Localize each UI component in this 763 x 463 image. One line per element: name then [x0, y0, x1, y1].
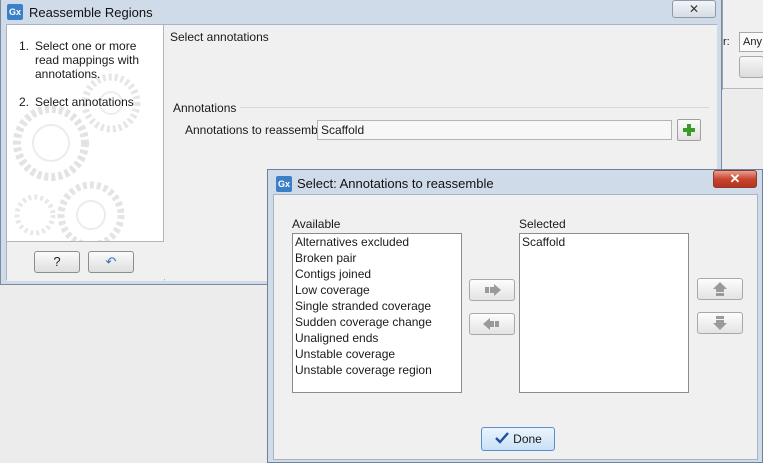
list-item[interactable]: Unaligned ends [293, 330, 461, 346]
help-icon: ? [53, 254, 61, 269]
move-up-button[interactable] [697, 278, 743, 300]
arrow-left-icon [483, 318, 499, 330]
background-label-fragment: r: [723, 36, 730, 48]
background-window: r: Any [722, 0, 763, 90]
step-number: 1. [19, 39, 30, 53]
list-item[interactable]: Single stranded coverage [293, 298, 461, 314]
close-button[interactable]: ✕ [672, 0, 716, 18]
step-item: 2. Select annotations [7, 95, 163, 109]
list-item[interactable]: Sudden coverage change [293, 314, 461, 330]
dialog-close-button[interactable]: ✕ [713, 170, 757, 188]
list-item[interactable]: Contigs joined [293, 266, 461, 282]
list-item[interactable]: Low coverage [293, 282, 461, 298]
add-annotations-button[interactable] [677, 119, 701, 141]
steps-list: 1. Select one or more read mappings with… [7, 39, 163, 123]
background-button[interactable] [739, 56, 763, 78]
dialog-app-icon: Gx [276, 176, 292, 192]
background-select[interactable]: Any [739, 32, 763, 52]
arrow-right-icon [485, 284, 501, 296]
arrow-up-icon [713, 282, 727, 296]
selected-list[interactable]: Scaffold [519, 233, 689, 393]
help-button[interactable]: ? [34, 251, 80, 273]
wizard-bottom-bar: ? ↶ [7, 241, 164, 281]
done-label: Done [513, 432, 542, 446]
list-item[interactable]: Unstable coverage region [293, 362, 461, 378]
step-label: Select one or more read mappings with an… [35, 39, 140, 81]
move-right-button[interactable] [469, 279, 515, 301]
available-label: Available [292, 217, 341, 231]
step-number: 2. [19, 95, 30, 109]
selected-label: Selected [519, 217, 566, 231]
steps-pane: 1. Select one or more read mappings with… [7, 25, 164, 241]
list-item[interactable]: Scaffold [520, 234, 688, 250]
dialog-client-area: Available Selected Alternatives excluded… [273, 194, 758, 460]
reset-button[interactable]: ↶ [88, 251, 134, 273]
close-icon: ✕ [729, 171, 741, 186]
move-down-button[interactable] [697, 312, 743, 334]
checkmark-icon [495, 432, 510, 444]
select-annotations-dialog: Gx Select: Annotations to reassemble ✕ A… [267, 169, 763, 463]
list-item[interactable]: Alternatives excluded [293, 234, 461, 250]
annotations-field-label: Annotations to reassemble [185, 123, 328, 137]
arrow-down-icon [713, 316, 727, 330]
window-title: Reassemble Regions [29, 5, 153, 20]
step-label: Select annotations [35, 95, 134, 109]
dialog-title: Select: Annotations to reassemble [297, 176, 494, 191]
list-item[interactable]: Unstable coverage [293, 346, 461, 362]
move-left-button[interactable] [469, 313, 515, 335]
annotations-group-title: Annotations [173, 101, 241, 115]
available-list[interactable]: Alternatives excluded Broken pair Contig… [292, 233, 462, 393]
reset-icon: ↶ [105, 254, 117, 269]
close-icon: ✕ [688, 2, 700, 16]
list-item[interactable]: Broken pair [293, 250, 461, 266]
step-item: 1. Select one or more read mappings with… [7, 39, 163, 81]
background-divider [723, 88, 763, 89]
done-button[interactable]: Done [481, 427, 555, 451]
section-title: Select annotations [170, 30, 269, 44]
annotations-field[interactable]: Scaffold [317, 120, 672, 140]
plus-icon [683, 124, 695, 136]
app-icon: Gx [7, 4, 23, 20]
